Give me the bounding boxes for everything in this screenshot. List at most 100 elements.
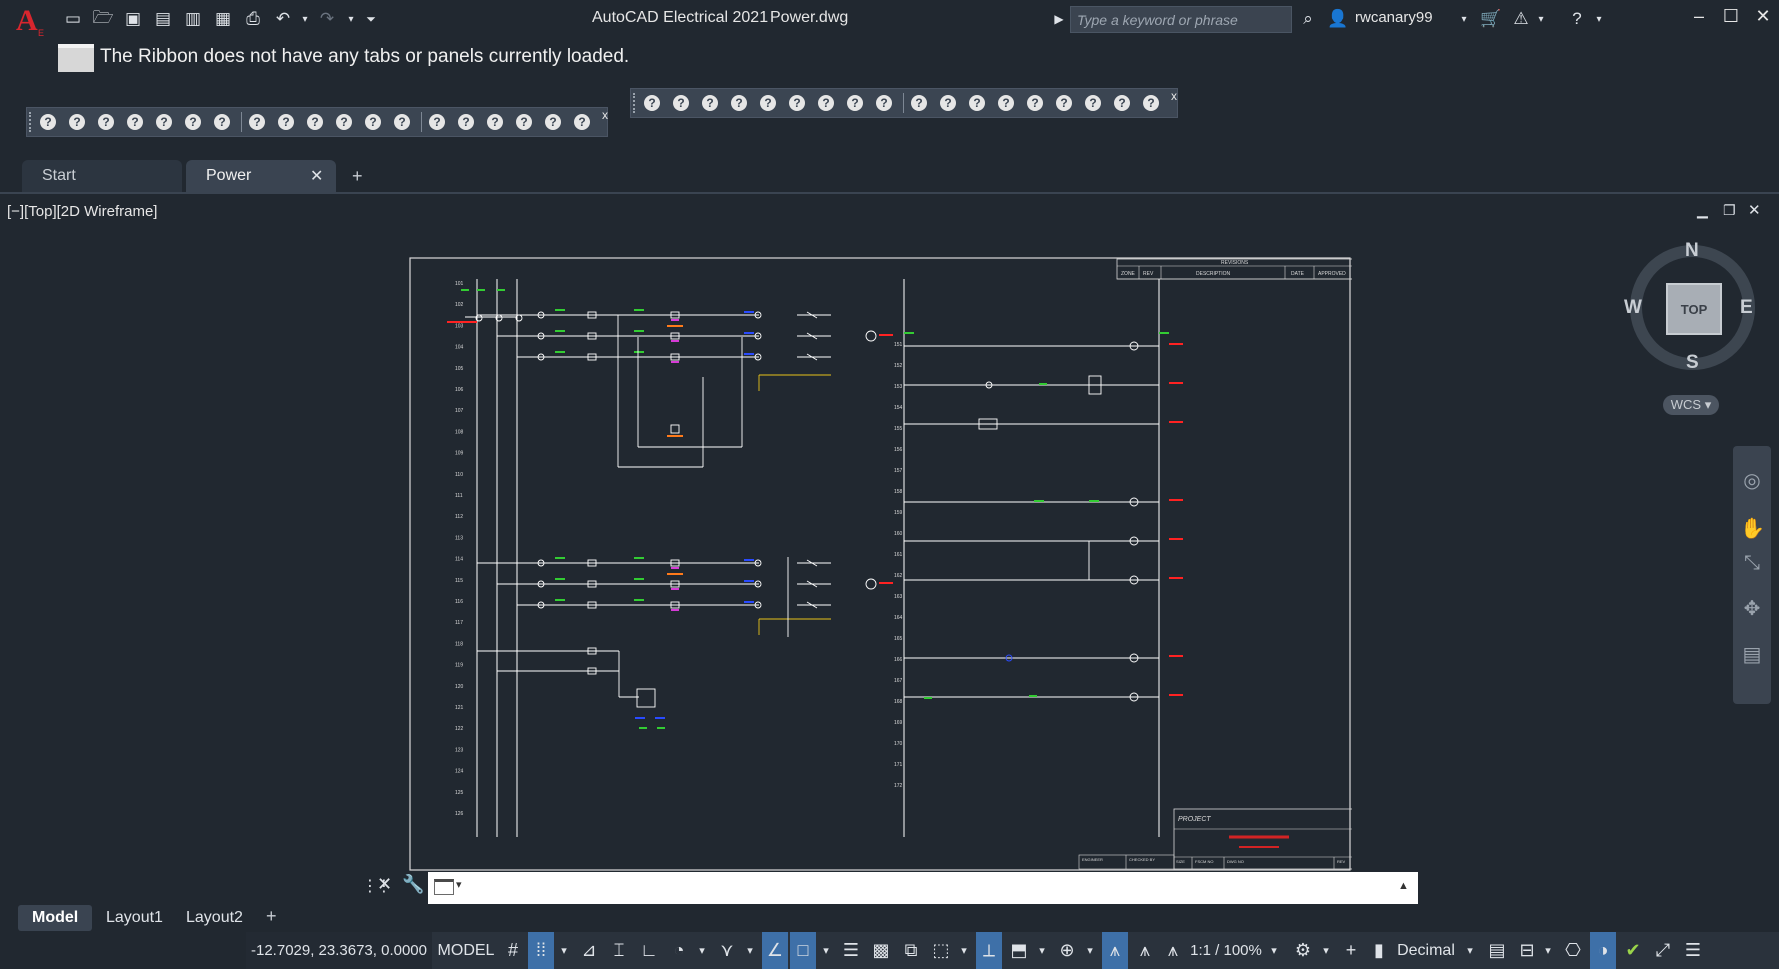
gizmo-dropdown-icon[interactable]: ▾ <box>1082 932 1098 969</box>
toolbar-button-icon[interactable]: ? <box>542 111 564 133</box>
toolbar-button-icon[interactable]: ? <box>757 92 779 114</box>
selection-cycling-icon[interactable]: ⧉ <box>898 932 924 969</box>
autodesk-a360-icon[interactable]: ⚠ <box>1510 8 1532 30</box>
search-expand-icon[interactable]: ▶ <box>1048 8 1070 30</box>
polar-dropdown-icon[interactable]: ▾ <box>694 932 710 969</box>
dynamic-ucs-icon[interactable]: ⟂ <box>976 932 1002 969</box>
minimize-icon[interactable]: – <box>1685 6 1713 30</box>
toolbar-button-icon[interactable]: ? <box>95 111 117 133</box>
filter-dropdown-icon[interactable]: ▾ <box>1034 932 1050 969</box>
orbit-icon[interactable]: ✥ <box>1740 596 1764 620</box>
command-line[interactable]: ▾ ▲ <box>428 872 1418 904</box>
drawing-canvas[interactable]: REVISIONS ZONE REV DESCRIPTION DATE APPR… <box>409 257 1352 871</box>
toolbar-button-icon[interactable]: ? <box>699 92 721 114</box>
customize-qat-icon[interactable]: ⏷ <box>360 8 382 30</box>
toolbar-button-icon[interactable]: ? <box>211 111 233 133</box>
isodraft-icon[interactable]: ⋎ <box>714 932 740 969</box>
save-as-icon[interactable]: ▤ <box>152 8 174 30</box>
toolbar-button-icon[interactable]: ? <box>966 92 988 114</box>
workspace-dropdown-icon[interactable]: ▾ <box>1318 932 1334 969</box>
search-input[interactable] <box>1071 7 1289 32</box>
units-icon[interactable]: ▮ <box>1368 932 1390 969</box>
toolbar-close-icon[interactable]: x <box>1171 89 1177 103</box>
toolbar-button-icon[interactable]: ? <box>995 92 1017 114</box>
viewport-controls[interactable]: [−][Top][2D Wireframe] <box>7 203 157 220</box>
osnap-dropdown-icon[interactable]: ▾ <box>818 932 834 969</box>
tab-model[interactable]: Model <box>18 905 92 931</box>
selection-filter-icon[interactable]: ⬒ <box>1006 932 1032 969</box>
new-layout-button[interactable]: + <box>266 906 277 927</box>
toolbar-button-icon[interactable]: ? <box>333 111 355 133</box>
user-dropdown-icon[interactable]: ▾ <box>1453 8 1475 30</box>
maximize-icon[interactable]: ☐ <box>1717 6 1745 30</box>
toolbar-close-icon[interactable]: x <box>602 108 608 122</box>
toolbar-button-icon[interactable]: ? <box>182 111 204 133</box>
annotation-scale-icon[interactable]: ⩚ <box>1160 932 1186 969</box>
tab-close-icon[interactable]: ✕ <box>310 166 323 186</box>
toolbar-button-icon[interactable]: ? <box>66 111 88 133</box>
lock-ui-dropdown-icon[interactable]: ▾ <box>1540 932 1556 969</box>
3d-osnap-dropdown-icon[interactable]: ▾ <box>956 932 972 969</box>
new-file-icon[interactable]: ▭ <box>62 8 84 30</box>
search-box[interactable] <box>1070 6 1292 33</box>
toolbar-button-icon[interactable]: ? <box>815 92 837 114</box>
gizmo-icon[interactable]: ⊕ <box>1054 932 1080 969</box>
toolbar-button-icon[interactable]: ? <box>1140 92 1162 114</box>
steering-wheel-icon[interactable]: ◎ <box>1740 468 1764 492</box>
toolbar-button-icon[interactable]: ? <box>124 111 146 133</box>
commandline-close-icon[interactable]: ✕ <box>377 874 392 895</box>
undo-icon[interactable]: ↶ <box>272 8 294 30</box>
wcs-menu[interactable]: WCS ▾ <box>1663 395 1719 415</box>
toolbar-button-icon[interactable]: ? <box>37 111 59 133</box>
toolbar-button-icon[interactable]: ? <box>641 92 663 114</box>
print-icon[interactable]: ⎙ <box>242 8 264 30</box>
command-expand-icon[interactable]: ▲ <box>1398 880 1409 892</box>
annotation-scale-readout[interactable]: 1:1 / 100% <box>1188 932 1264 969</box>
open-folder-icon[interactable]: 🗁 <box>92 8 114 30</box>
toolbar-button-icon[interactable]: ? <box>571 111 593 133</box>
save-icon[interactable]: ▣ <box>122 8 144 30</box>
viewport-restore-icon[interactable]: ❐ <box>1723 202 1736 219</box>
user-icon[interactable]: 👤 <box>1327 8 1349 30</box>
toolbar-grip[interactable] <box>29 112 35 132</box>
close-icon[interactable]: ✕ <box>1749 6 1777 30</box>
tab-layout2[interactable]: Layout2 <box>178 905 254 931</box>
toolbar-button-icon[interactable]: ? <box>391 111 413 133</box>
scale-dropdown-icon[interactable]: ▾ <box>1266 932 1282 969</box>
auto-scale-icon[interactable]: ⩚ <box>1132 932 1158 969</box>
customize-statusbar-icon[interactable]: ☰ <box>1680 932 1706 969</box>
toolbar-button-icon[interactable]: ? <box>670 92 692 114</box>
ortho-icon[interactable]: ∟ <box>636 932 662 969</box>
quick-properties-icon[interactable]: ▤ <box>1484 932 1510 969</box>
hardware-acceleration-icon[interactable]: ◑ <box>1590 932 1616 969</box>
toolbar-button-icon[interactable]: ? <box>908 92 930 114</box>
toolbar-grip[interactable] <box>633 93 639 113</box>
object-snap-icon[interactable]: □ <box>790 932 816 969</box>
toolbar-button-icon[interactable]: ? <box>455 111 477 133</box>
zoom-extents-icon[interactable]: ⤡ <box>1740 552 1764 576</box>
command-history-icon[interactable] <box>434 879 454 895</box>
units-dropdown-icon[interactable]: ▾ <box>1462 932 1478 969</box>
toolbar-button-icon[interactable]: ? <box>1053 92 1075 114</box>
model-space-toggle[interactable]: MODEL <box>436 932 496 969</box>
toolbar-button-icon[interactable]: ? <box>426 111 448 133</box>
viewport-close-icon[interactable]: ✕ <box>1748 201 1761 219</box>
lock-ui-icon[interactable]: ⊟ <box>1514 932 1540 969</box>
export-icon[interactable]: ▥ <box>182 8 204 30</box>
clean-screen-check-icon[interactable]: ✔ <box>1620 932 1646 969</box>
compass-east[interactable]: E <box>1740 297 1753 319</box>
new-tab-button[interactable]: + <box>352 166 363 187</box>
lineweight-icon[interactable]: ☰ <box>838 932 864 969</box>
toolbar-button-icon[interactable]: ? <box>1024 92 1046 114</box>
redo-icon[interactable]: ↷ <box>316 8 338 30</box>
compass-west[interactable]: W <box>1624 297 1642 319</box>
grid-icon[interactable]: # <box>500 932 526 969</box>
toolbar-button-icon[interactable]: ? <box>513 111 535 133</box>
coordinates-readout[interactable]: -12.7029, 23.3673, 0.0000 <box>246 932 432 969</box>
annotation-visibility-icon[interactable]: ⩚ <box>1102 932 1128 969</box>
pan-icon[interactable]: ✋ <box>1740 516 1765 540</box>
toolbar-button-icon[interactable]: ? <box>1111 92 1133 114</box>
clean-screen-icon[interactable]: ⤢ <box>1650 932 1676 969</box>
commandline-customize-icon[interactable]: 🔧 <box>402 874 424 895</box>
viewcube-top-face[interactable]: TOP <box>1666 283 1722 335</box>
